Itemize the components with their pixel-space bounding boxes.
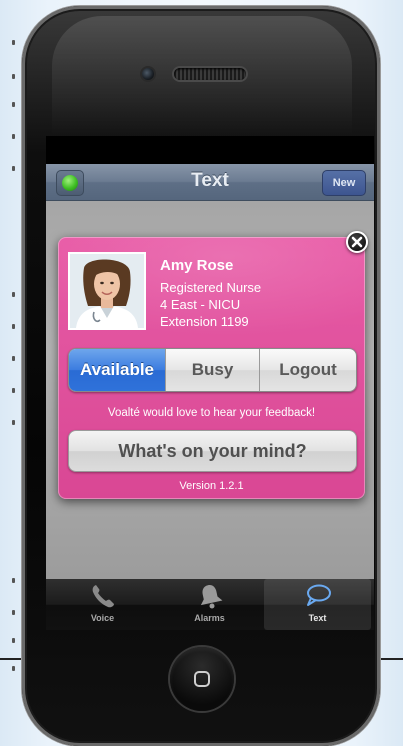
speech-bubble-icon	[307, 584, 331, 606]
tab-label: Voice	[90, 613, 115, 623]
earpiece-speaker	[174, 68, 246, 80]
close-popup-button[interactable]	[346, 231, 368, 253]
version-label: Version 1.2.1	[179, 480, 244, 492]
tab-label: Alarms	[194, 613, 225, 623]
feedback-prompt: Voalté would love to hear your feedback!	[107, 407, 316, 419]
tab-alarms[interactable]: Alarms	[156, 579, 263, 630]
background-mark	[12, 40, 15, 45]
background-mark	[12, 102, 15, 107]
status-busy-segment[interactable]: Busy	[166, 349, 259, 391]
background-mark	[12, 292, 15, 297]
background-rule	[376, 658, 403, 660]
close-icon	[351, 236, 363, 248]
user-role: Registered Nurse	[160, 280, 262, 295]
user-name: Amy Rose	[160, 257, 234, 274]
background-mark	[12, 420, 15, 425]
presence-segmented-control: Available Busy Logout	[68, 348, 357, 392]
background-mark	[12, 666, 15, 671]
home-button[interactable]	[170, 647, 234, 711]
feedback-button[interactable]: What's on your mind?	[68, 430, 357, 472]
avatar	[68, 252, 146, 330]
navigation-bar: Text New	[46, 164, 374, 201]
tab-voice[interactable]: Voice	[49, 579, 156, 630]
background-mark	[12, 610, 15, 615]
user-unit: 4 East - NICU	[160, 297, 241, 312]
nurse-avatar-image	[70, 254, 144, 328]
background-mark	[12, 638, 15, 643]
logout-segment[interactable]: Logout	[260, 349, 356, 391]
tab-label: Text	[308, 613, 327, 623]
background-mark	[12, 324, 15, 329]
tab-bar: Voice Alarms Text	[46, 579, 374, 630]
background-mark	[12, 578, 15, 583]
home-square-icon	[194, 671, 210, 687]
user-extension: Extension 1199	[160, 314, 249, 329]
background-mark	[12, 388, 15, 393]
status-bar	[46, 136, 374, 164]
profile-popup: Amy Rose Registered Nurse 4 East - NICU …	[58, 237, 365, 499]
background-mark	[12, 356, 15, 361]
bell-icon	[200, 585, 223, 609]
new-message-button[interactable]: New	[322, 170, 366, 196]
front-camera	[142, 68, 154, 80]
tab-text[interactable]: Text	[264, 579, 371, 630]
status-available-segment[interactable]: Available	[69, 349, 165, 391]
background-mark	[12, 74, 15, 79]
background-mark	[12, 166, 15, 171]
phone-icon	[92, 585, 114, 608]
background-mark	[12, 134, 15, 139]
